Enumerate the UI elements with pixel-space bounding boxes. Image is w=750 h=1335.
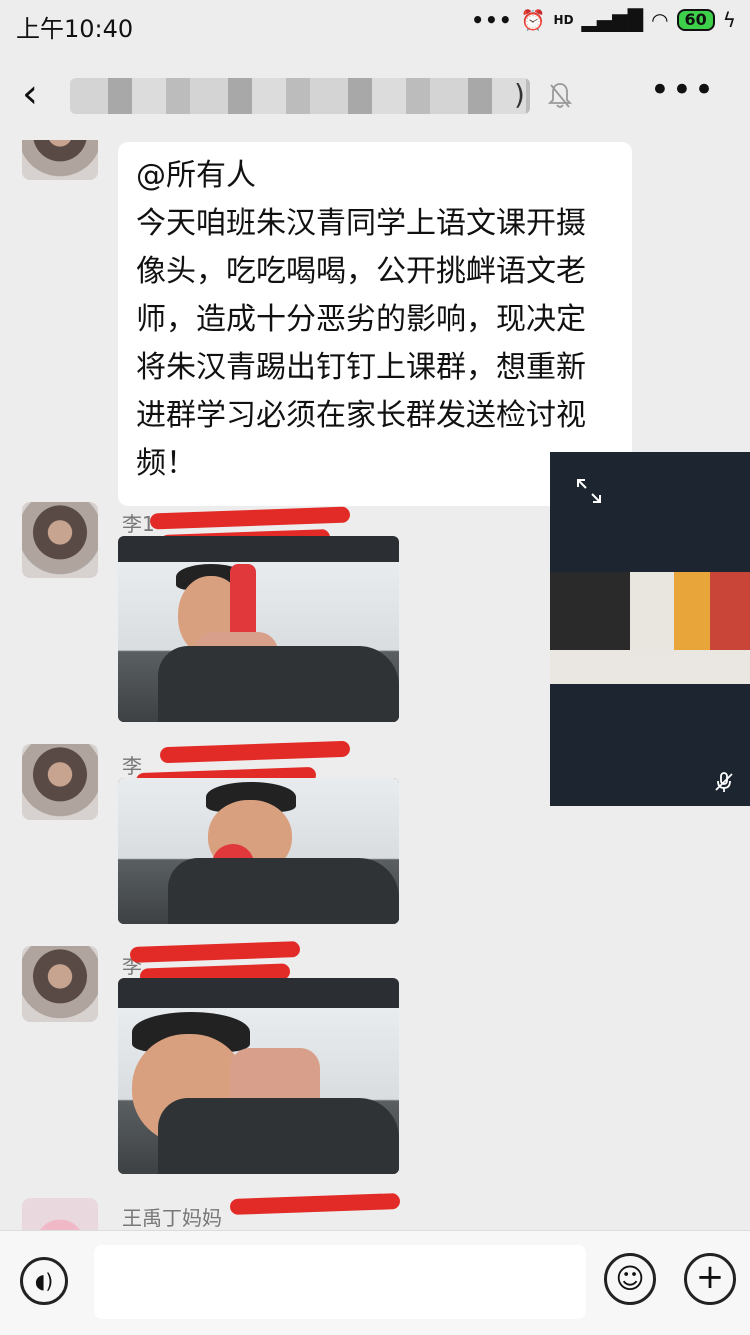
avatar[interactable] xyxy=(22,1198,98,1230)
chat-title-blurred xyxy=(70,78,530,114)
red-scribble xyxy=(149,506,351,530)
status-bar: 上午10:40 ••• ⏰ HD ▂▄▆█ ◠ 60 ϟ xyxy=(0,0,750,50)
emoji-icon[interactable]: ☺ xyxy=(604,1253,656,1305)
charging-icon: ϟ xyxy=(722,8,736,32)
message-text: 今天咱班朱汉青同学上语文课开摄像头，吃吃喝喝，公开挑衅语文老师，造成十分恶劣的影… xyxy=(136,206,586,481)
status-icons: ••• ⏰ HD ▂▄▆█ ◠ 60 ϟ xyxy=(471,8,736,32)
wifi-icon: ◠ xyxy=(651,8,669,32)
battery-indicator: 60 xyxy=(676,9,715,31)
image-message[interactable] xyxy=(118,778,399,924)
video-desk xyxy=(550,650,750,684)
image-message[interactable] xyxy=(118,536,399,722)
mic-off-icon[interactable] xyxy=(712,770,736,794)
signal-icon: ▂▄▆█ xyxy=(581,8,644,32)
sender-name: 王禹丁妈妈 xyxy=(122,1206,222,1230)
voice-icon[interactable]: ◖) xyxy=(20,1257,68,1305)
mute-icon xyxy=(548,83,572,108)
more-icon[interactable]: ••• xyxy=(650,73,716,107)
chat-header: ‹ ) ••• xyxy=(0,50,750,140)
message-input[interactable] xyxy=(94,1245,586,1319)
input-bar: ◖) ☺ + xyxy=(0,1230,750,1335)
avatar[interactable] xyxy=(22,946,98,1022)
mention-all: @所有人 xyxy=(136,158,256,193)
image-message[interactable] xyxy=(118,978,399,1174)
chat-title-suffix: ) xyxy=(514,78,525,111)
plus-icon[interactable]: + xyxy=(684,1253,736,1305)
hd-label: HD xyxy=(553,13,574,27)
more-dots-icon: ••• xyxy=(471,8,513,32)
expand-icon[interactable] xyxy=(576,478,602,504)
avatar[interactable] xyxy=(22,502,98,578)
red-scribble xyxy=(159,740,351,764)
red-scribble xyxy=(129,941,301,963)
avatar[interactable] xyxy=(22,744,98,820)
video-feed xyxy=(550,572,750,684)
avatar[interactable] xyxy=(22,140,98,180)
alarm-icon: ⏰ xyxy=(520,8,546,32)
status-time: 上午10:40 xyxy=(16,15,134,43)
back-icon[interactable]: ‹ xyxy=(22,72,62,120)
video-call-overlay[interactable] xyxy=(550,452,750,806)
red-scribble xyxy=(229,1193,401,1215)
